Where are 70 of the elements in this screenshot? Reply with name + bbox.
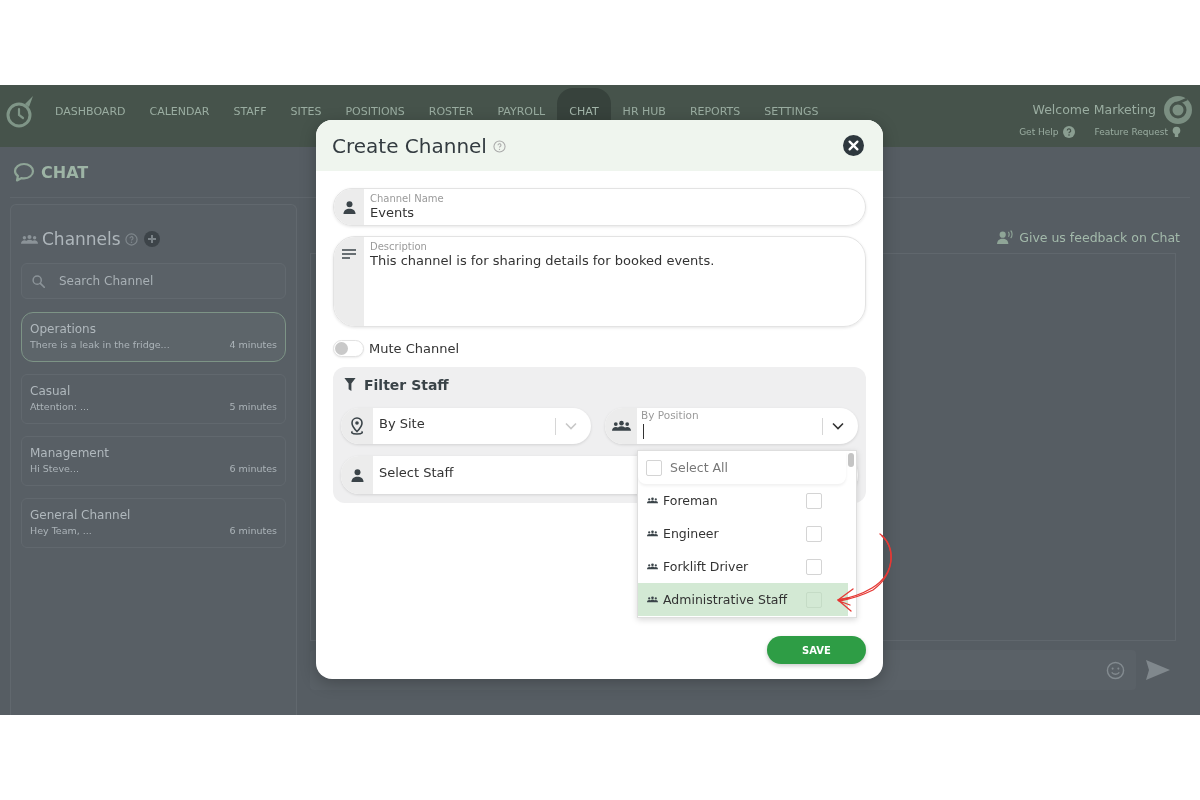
channel-item[interactable]: Management Hi Steve... 6 minutes [21,436,286,486]
message-preview: Hey Team, ... [30,525,92,536]
people-icon [21,233,38,245]
site-select[interactable]: By Site [341,408,591,444]
help-link[interactable]: Get Help [1019,125,1075,138]
send-icon[interactable] [1145,659,1171,681]
people-icon [647,530,658,537]
message-time: 6 minutes [229,463,277,474]
checkbox[interactable] [646,459,662,476]
channel-item[interactable]: General Channel Hey Team, ... 6 minutes [21,498,286,548]
nav-tab[interactable]: DASHBOARD [43,85,138,147]
position-select[interactable]: By Position [605,408,858,444]
nav-tab[interactable]: CALENDAR [137,85,222,147]
help-icon [1062,125,1075,138]
search-icon [32,274,45,288]
message-time: 6 minutes [229,525,277,536]
people-icon [647,596,658,603]
search-field[interactable]: Search Channel [21,263,286,299]
add-icon[interactable] [143,231,160,247]
speaking-person-icon [997,229,1015,245]
dropdown-option[interactable]: Engineer [638,517,848,550]
feature-request-link[interactable]: Feature Request [1094,125,1181,138]
save-button[interactable]: SAVE [767,636,866,664]
emoji-icon[interactable] [1106,660,1125,680]
lightbulb-icon [1172,125,1181,138]
text-lines-icon [342,249,356,259]
help-icon[interactable] [492,140,506,153]
message-preview: There is a leak in the fridge... [30,339,170,350]
people-icon [647,497,658,504]
checkbox[interactable] [806,492,822,509]
toggle-label: Mute Channel [369,340,460,356]
text-cursor-icon [643,424,644,439]
toggle-switch[interactable] [333,339,364,357]
channel-name: Operations [30,322,97,336]
message-preview: Hi Steve... [30,463,79,474]
dropdown-option[interactable]: Forklift Driver [638,550,848,583]
message-time: 4 minutes [229,339,277,350]
channel-name: General Channel [30,508,132,522]
message-time: 5 minutes [229,401,277,412]
description-field[interactable]: Description This channel is for sharing details for booked events. [333,236,866,327]
user-icon [350,468,364,482]
message-preview: Attention: ... [30,401,90,412]
channel-item[interactable]: Operations There is a leak in the fridge... 4 minutes [21,312,286,362]
checkbox[interactable] [806,558,822,575]
filter-title: Filter Staff [364,376,449,393]
logo-icon[interactable] [5,95,35,129]
close-icon [843,135,864,156]
user-icon [342,200,356,214]
avatar-icon[interactable] [1163,94,1193,125]
page-title: CHAT [41,162,89,182]
scrollbar[interactable] [848,453,854,467]
channel-item[interactable]: Casual Attention: ... 5 minutes [21,374,286,424]
welcome-text: Welcome Marketing [1032,102,1156,117]
map-pin-icon [350,417,364,435]
chevron-down-icon [565,422,577,430]
chat-bubble-icon [13,162,35,182]
checkbox[interactable] [806,525,822,542]
nav-tab[interactable]: SITES [278,85,334,147]
feedback-link[interactable]: Give us feedback on Chat [997,229,1180,245]
nav-tab[interactable]: STAFF [221,85,279,147]
channel-name: Management [30,446,111,460]
dropdown-option[interactable]: Administrative Staff [638,583,848,616]
close-button[interactable] [843,135,864,156]
panel-title: Channels [42,229,121,249]
people-icon [647,563,658,570]
dialog-title: Create Channel [332,133,487,158]
people-icon [611,420,631,432]
filter-icon [344,378,356,391]
help-icon[interactable] [124,232,138,246]
channel-name: Casual [30,384,72,398]
